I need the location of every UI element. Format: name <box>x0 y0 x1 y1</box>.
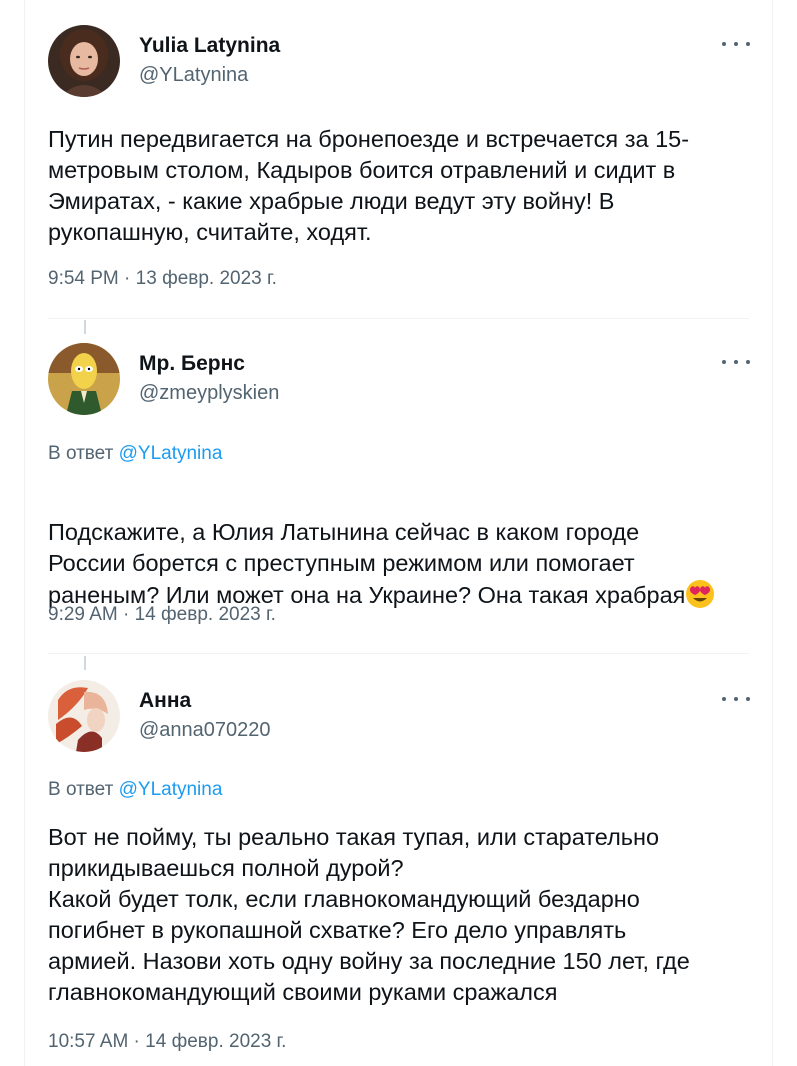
reply-context: В ответ @YLatynina <box>48 777 222 803</box>
reply-handle-link[interactable]: @YLatynina <box>119 443 223 464</box>
thread-line <box>84 656 86 670</box>
tweet-3[interactable]: Анна @anna070220 В ответ @YLatynina Вот … <box>48 677 750 1066</box>
meta-separator: · <box>118 268 136 289</box>
author-name[interactable]: Yulia Latynina <box>139 33 280 59</box>
tweet-timestamp[interactable]: 10:57 AM · 14 февр. 2023 г. <box>48 1029 286 1055</box>
heart-eyes-emoji <box>686 580 715 608</box>
reply-prefix: В ответ <box>48 779 114 800</box>
author-handle[interactable]: @anna070220 <box>139 717 271 743</box>
divider <box>48 318 749 319</box>
tweet-date: 14 февр. 2023 г. <box>145 1031 287 1052</box>
tweet-text: Вот не пойму, ты реально такая тупая, ил… <box>48 824 690 1005</box>
more-horizontal-icon[interactable] <box>722 689 750 709</box>
divider <box>48 653 749 654</box>
more-horizontal-icon[interactable] <box>722 34 750 54</box>
tweet-2[interactable]: Мр. Бернс @zmeyplyskien В ответ @YLatyni… <box>48 340 750 630</box>
avatar[interactable] <box>48 25 120 97</box>
tweet-text: Подскажите, а Юлия Латынина сейчас в как… <box>48 486 748 611</box>
tweet-text: Путин передвигается на бронепоезде и вст… <box>48 126 690 245</box>
tweet-time: 9:29 AM <box>48 604 118 625</box>
meta-separator: · <box>117 604 135 625</box>
tweet-timestamp[interactable]: 9:54 PM · 13 февр. 2023 г. <box>48 266 277 292</box>
avatar[interactable] <box>48 680 120 752</box>
reply-context: В ответ @YLatynina <box>48 441 222 467</box>
tweet-date: 13 февр. 2023 г. <box>135 268 277 289</box>
tweet-time: 9:54 PM <box>48 268 119 289</box>
meta-separator: · <box>128 1031 146 1052</box>
reply-handle-link[interactable]: @YLatynina <box>119 779 223 800</box>
author-name[interactable]: Анна <box>139 688 191 714</box>
thread-line <box>84 320 86 334</box>
tweet-1[interactable]: Yulia Latynina @YLatynina Путин передвиг… <box>48 22 750 297</box>
author-name[interactable]: Мр. Бернс <box>139 351 245 377</box>
tweet-timestamp[interactable]: 9:29 AM · 14 февр. 2023 г. <box>48 602 276 628</box>
author-handle[interactable]: @zmeyplyskien <box>139 380 279 406</box>
more-horizontal-icon[interactable] <box>722 352 750 372</box>
tweet-time: 10:57 AM <box>48 1031 129 1052</box>
avatar[interactable] <box>48 343 120 415</box>
tweet-text-body: Подскажите, а Юлия Латынина сейчас в как… <box>48 519 686 608</box>
tweet-date: 14 февр. 2023 г. <box>134 604 276 625</box>
reply-prefix: В ответ <box>48 443 114 464</box>
author-handle[interactable]: @YLatynina <box>139 62 248 88</box>
